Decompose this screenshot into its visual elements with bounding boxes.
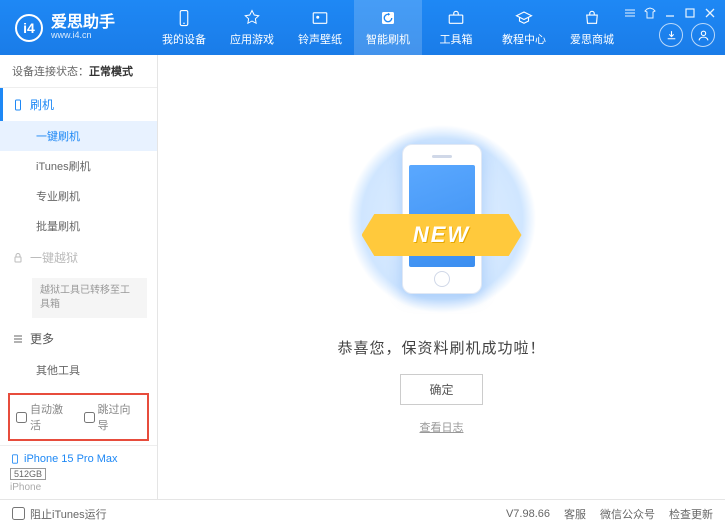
sidebar-cat-jailbreak: 一键越狱 [0,241,157,274]
sidebar-download-firmware[interactable]: 下载固件 [0,385,157,389]
success-illustration: NEW [342,119,542,319]
device-info: iPhone 15 Pro Max 512GB iPhone [0,445,157,499]
device-type: iPhone [10,482,147,493]
education-icon [514,8,534,28]
device-storage: 512GB [10,468,46,480]
logo-area: i4 爱思助手 www.i4.cn [0,14,150,42]
auto-activate-checkbox[interactable]: 自动激活 [16,401,74,433]
download-icon[interactable] [659,23,683,47]
phone-icon [12,99,24,111]
app-header: i4 爱思助手 www.i4.cn 我的设备 应用游戏 铃声壁纸 智能刷机 工具… [0,0,725,55]
minimize-icon[interactable] [663,6,677,20]
sidebar-pro-flash[interactable]: 专业刷机 [0,181,157,211]
nav-label: 铃声壁纸 [298,31,342,47]
wechat-link[interactable]: 微信公众号 [600,506,655,522]
refresh-icon [378,8,398,28]
phone-icon [10,452,20,466]
window-controls [623,6,717,20]
nav-label: 我的设备 [162,31,206,47]
toolbox-icon [446,8,466,28]
sidebar-other-tools[interactable]: 其他工具 [0,355,157,385]
logo-icon: i4 [15,14,43,42]
sidebar-cat-flash[interactable]: 刷机 [0,88,157,121]
connection-status: 设备连接状态：正常模式 [0,55,157,88]
device-selector[interactable]: iPhone 15 Pro Max [10,452,147,466]
apps-icon [242,8,262,28]
nav-toolbox[interactable]: 工具箱 [422,0,490,55]
footer: 阻止iTunes运行 V7.98.66 客服 微信公众号 检查更新 [0,499,725,527]
version-label: V7.98.66 [506,508,550,520]
nav-label: 应用游戏 [230,31,274,47]
sidebar-batch-flash[interactable]: 批量刷机 [0,211,157,241]
close-icon[interactable] [703,6,717,20]
check-update-link[interactable]: 检查更新 [669,506,713,522]
success-message: 恭喜您，保资料刷机成功啦！ [337,337,545,358]
nav-label: 教程中心 [502,31,546,47]
sidebar-oneclick-flash[interactable]: 一键刷机 [0,121,157,151]
nav-shop[interactable]: 爱思商城 [558,0,626,55]
main-content: NEW 恭喜您，保资料刷机成功啦！ 确定 查看日志 [158,55,725,499]
nav-label: 智能刷机 [366,31,410,47]
support-link[interactable]: 客服 [564,506,586,522]
image-icon [310,8,330,28]
menu-icon[interactable] [623,6,637,20]
view-log-link[interactable]: 查看日志 [420,419,464,435]
nav-label: 爱思商城 [570,31,614,47]
nav-label: 工具箱 [440,31,473,47]
nav-flash[interactable]: 智能刷机 [354,0,422,55]
highlight-options-box: 自动激活 跳过向导 [8,393,149,441]
list-icon [12,333,24,345]
nav-tutorials[interactable]: 教程中心 [490,0,558,55]
skin-icon[interactable] [643,6,657,20]
jailbreak-note: 越狱工具已转移至工具箱 [32,278,147,318]
sidebar: 设备连接状态：正常模式 刷机 一键刷机 iTunes刷机 专业刷机 批量刷机 一… [0,55,158,499]
new-ribbon: NEW [362,214,522,256]
block-itunes-checkbox[interactable]: 阻止iTunes运行 [12,506,107,522]
user-icon[interactable] [691,23,715,47]
skip-guide-checkbox[interactable]: 跳过向导 [84,401,142,433]
app-subtitle: www.i4.cn [51,31,115,41]
phone-icon [174,8,194,28]
shop-icon [582,8,602,28]
maximize-icon[interactable] [683,6,697,20]
sidebar-itunes-flash[interactable]: iTunes刷机 [0,151,157,181]
sidebar-cat-more[interactable]: 更多 [0,322,157,355]
nav-apps[interactable]: 应用游戏 [218,0,286,55]
nav-my-device[interactable]: 我的设备 [150,0,218,55]
ok-button[interactable]: 确定 [400,374,482,405]
lock-icon [12,252,24,264]
app-title: 爱思助手 [51,14,115,32]
top-nav: 我的设备 应用游戏 铃声壁纸 智能刷机 工具箱 教程中心 爱思商城 [150,0,626,55]
nav-ringtones[interactable]: 铃声壁纸 [286,0,354,55]
